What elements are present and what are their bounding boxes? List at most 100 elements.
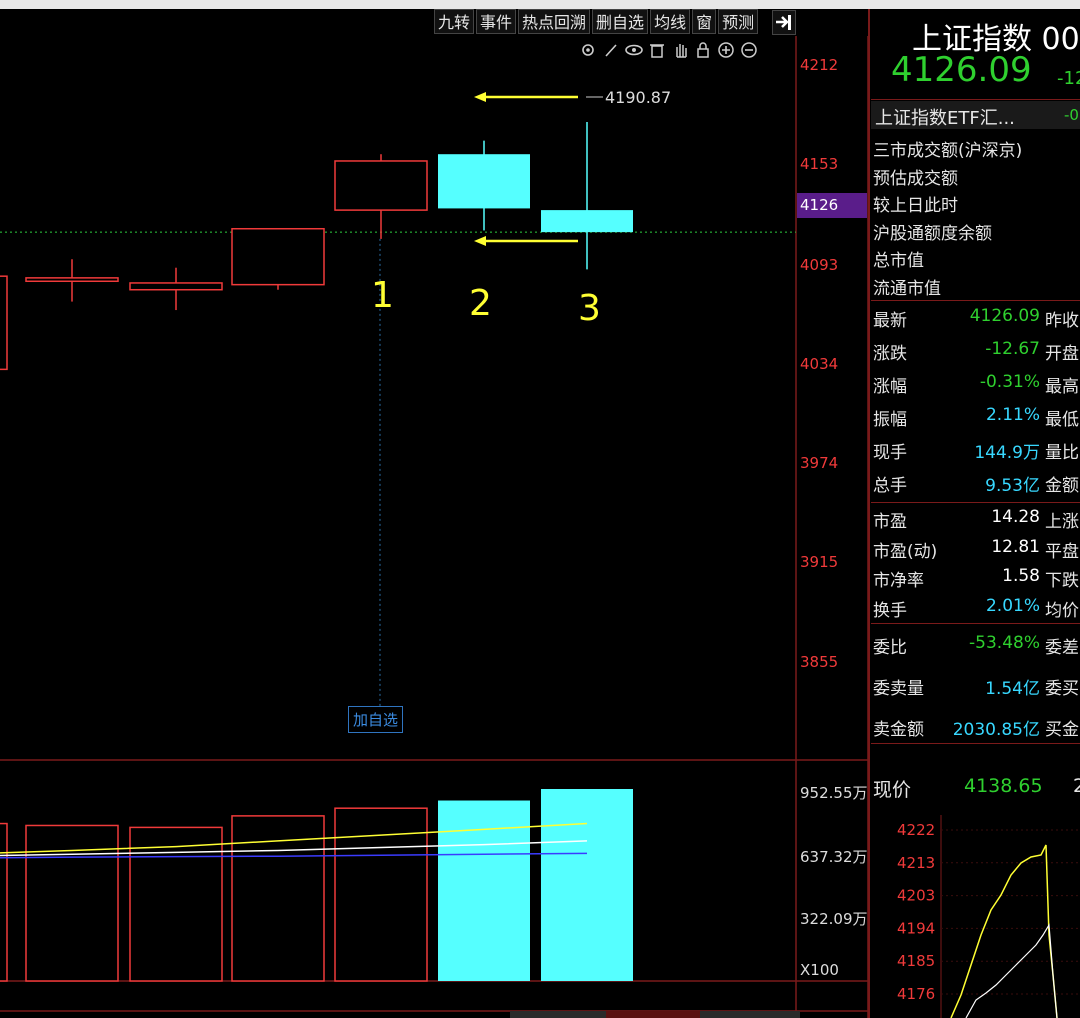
candle-label-1: 1 xyxy=(371,275,394,316)
mini-price-line xyxy=(950,844,1058,1018)
quote-row-label-2: 上涨 xyxy=(1045,512,1079,532)
quote-row-label-2: 金额 xyxy=(1045,476,1079,496)
quote-row: 现手 144.9万 量比 xyxy=(873,438,1080,464)
quote-row-label-2: 量比 xyxy=(1045,443,1079,463)
quote-row: 振幅 2.11% 最低 xyxy=(873,405,1080,431)
price-tick-label: 3974 xyxy=(800,454,839,472)
candle-label-2: 2 xyxy=(469,283,492,324)
quote-row: 市盈 14.28 上涨 xyxy=(873,507,1080,533)
market-info-label: 预估成交额 xyxy=(873,168,958,189)
quote-row-label-2: 昨收 xyxy=(1045,311,1079,331)
toolbar-button-5[interactable]: 窗 xyxy=(692,9,717,34)
separator xyxy=(871,99,1080,100)
volume-tick-label: 322.09万 xyxy=(800,910,868,928)
quote-row-label: 市盈 xyxy=(873,512,907,532)
volume-bar xyxy=(541,789,633,981)
quote-row-label: 卖金额 xyxy=(873,720,924,740)
price-tick-label: 4153 xyxy=(800,155,839,173)
index-price: 4126.09 xyxy=(891,50,1032,90)
quote-row: 委卖量 1.54亿 委买 xyxy=(873,674,1080,700)
etf-value: -0 xyxy=(1064,106,1079,124)
price-tick-label: 3915 xyxy=(800,553,839,571)
quote-row-value: 144.9万 xyxy=(974,443,1040,463)
candle-body xyxy=(334,160,428,211)
quote-row-value: 12.81 xyxy=(991,536,1040,557)
market-info-label: 流通市值 xyxy=(873,279,941,299)
quote-row-label-2: 买金 xyxy=(1045,720,1079,740)
quote-row-value: 14.28 xyxy=(991,507,1040,527)
bottom-tab-active[interactable] xyxy=(606,1011,700,1018)
quote-row: 换手 2.01% 均价 xyxy=(873,596,1080,622)
candle-body xyxy=(25,277,119,283)
quote-row-label-2: 委买 xyxy=(1045,679,1079,699)
quote-row-label-2: 委差 xyxy=(1045,638,1079,658)
now-price-label: 现价 xyxy=(873,779,912,801)
quote-row: 卖金额 2030.85亿 买金 xyxy=(873,715,1080,741)
candle-body xyxy=(129,282,223,291)
quote-row-label: 市盈(动) xyxy=(873,541,938,562)
quote-row-label-2: 最高 xyxy=(1045,377,1079,397)
quote-row-value: -0.31% xyxy=(979,372,1040,392)
add-watchlist-button[interactable]: 加自选 xyxy=(348,706,404,733)
quote-row-value: 1.54亿 xyxy=(985,679,1040,699)
mini-axis-label: 4213 xyxy=(897,854,935,872)
quote-row-label: 换手 xyxy=(873,600,907,621)
market-info-label: 较上日此时 xyxy=(873,196,958,217)
quote-row-label: 委卖量 xyxy=(873,679,924,699)
chart-toolbar: 九转 事件 热点回溯 删自选 均线窗预测 xyxy=(434,9,760,36)
quote-row: 总手 9.53亿 金额 xyxy=(873,471,1080,497)
quote-row-value: 9.53亿 xyxy=(985,476,1040,496)
quote-row-label: 振幅 xyxy=(873,410,907,430)
price-tick-label: 3855 xyxy=(800,653,839,671)
quote-row-label: 涨跌 xyxy=(873,344,907,364)
collapse-panel-icon[interactable] xyxy=(772,10,796,35)
market-info-label: 三市成交额(沪深京) xyxy=(873,141,1023,161)
window-top-strip xyxy=(0,0,1080,9)
kline-chart[interactable] xyxy=(0,36,870,1018)
mini-axis-label: 4222 xyxy=(897,821,935,839)
quote-row-value: 4126.09 xyxy=(969,306,1040,326)
quote-row-label: 委比 xyxy=(873,638,907,658)
quote-row-value: -53.48% xyxy=(969,633,1040,653)
quote-row-label: 现手 xyxy=(873,443,907,463)
intraday-mini-chart[interactable]: 4222 4213 4203 4194 4185 4176 xyxy=(871,815,1080,1018)
index-change: -12 xyxy=(1057,68,1080,89)
now-price-value: 4138.65 xyxy=(964,775,1043,797)
mini-axis-label: 4185 xyxy=(897,952,935,970)
candle-body xyxy=(231,227,325,286)
quote-row-label-2: 均价 xyxy=(1045,600,1079,621)
quote-row-value: -12.67 xyxy=(985,339,1040,359)
market-info-label: 沪股通额度余额 xyxy=(873,223,992,244)
quote-row-label: 最新 xyxy=(873,311,907,331)
current-price-tag-label: 4126 xyxy=(800,196,839,214)
separator xyxy=(871,502,1080,503)
quote-row-label: 总手 xyxy=(873,476,907,496)
candle-body xyxy=(541,210,633,233)
annotation-arrowhead xyxy=(474,92,486,102)
mini-axis-label: 4194 xyxy=(897,919,935,937)
toolbar-button-3[interactable]: 删自选 xyxy=(592,9,649,34)
quote-row-value: 2.01% xyxy=(985,595,1040,616)
quote-row-label-2: 平盘 xyxy=(1045,541,1079,562)
market-info-label: 总市值 xyxy=(873,251,924,272)
candle-body xyxy=(438,154,530,209)
toolbar-button-6[interactable]: 预测 xyxy=(718,9,759,34)
toolbar-button-0[interactable]: 九转 xyxy=(434,9,475,34)
quote-row-label-2: 最低 xyxy=(1045,410,1079,430)
volume-bar xyxy=(334,807,428,982)
separator xyxy=(871,743,1080,744)
price-tick-label: 4034 xyxy=(800,355,839,373)
toolbar-button-1[interactable]: 事件 xyxy=(476,9,517,34)
candle-body xyxy=(0,275,8,371)
now-price-extra: 2 xyxy=(1073,775,1080,797)
volume-tick-label: 952.55万 xyxy=(800,784,868,802)
price-tick-label: 4093 xyxy=(800,256,839,274)
quote-row: 涨跌 -12.67 开盘 xyxy=(873,339,1080,365)
candle-label-3: 3 xyxy=(578,288,601,329)
quote-row: 涨幅 -0.31% 最高 xyxy=(873,372,1080,398)
toolbar-button-2[interactable]: 热点回溯 xyxy=(518,9,591,34)
volume-tick-label: X100 xyxy=(800,961,839,979)
annotation-arrowhead xyxy=(474,236,486,246)
toolbar-button-4[interactable]: 均线 xyxy=(650,9,691,34)
quote-row-value: 1.58 xyxy=(1002,566,1040,586)
